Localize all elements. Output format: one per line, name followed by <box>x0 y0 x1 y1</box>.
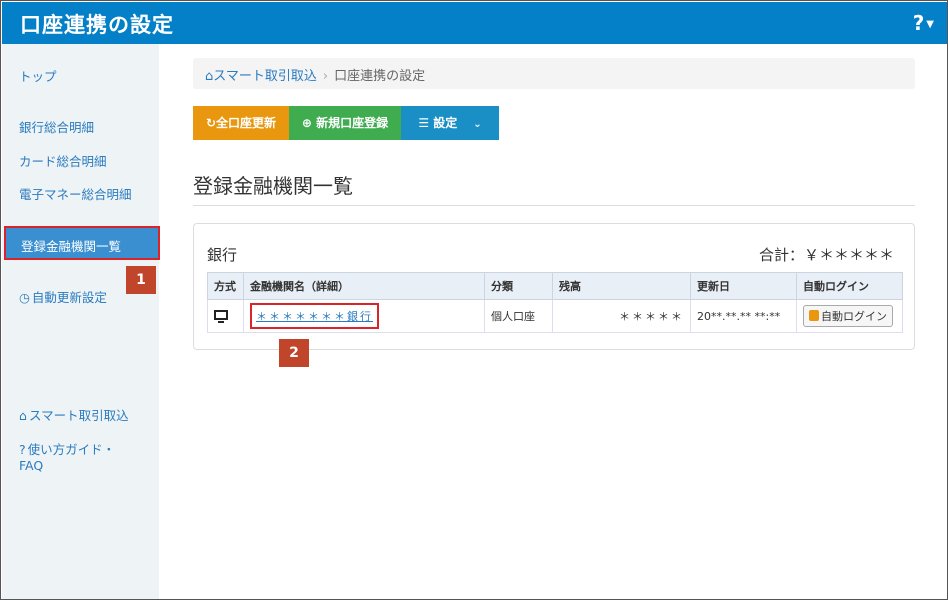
app-header: 口座連携の設定 ? ▼ <box>2 2 947 44</box>
col-auto-login: 自動ログイン <box>796 272 903 300</box>
settings-dropdown-button[interactable]: ☰ 設定 ⌄ <box>401 106 499 140</box>
sidebar-item-faq[interactable]: FAQ <box>19 458 43 473</box>
col-updated: 更新日 <box>690 272 797 300</box>
table-row: ＊＊＊＊＊＊＊銀行 個人口座 ＊＊＊＊＊ 20**.**.** **:** 自動… <box>207 299 903 333</box>
update-all-button[interactable]: ↻全口座更新 <box>193 106 289 140</box>
institution-cell: ＊＊＊＊＊＊＊銀行 <box>243 299 485 333</box>
callout-badge-1: 1 <box>126 266 156 294</box>
home-icon: ⌂ <box>19 408 27 423</box>
question-icon: ? <box>19 442 26 457</box>
sidebar-item-top[interactable]: トップ <box>19 66 57 85</box>
sidebar-item-emoney-statement[interactable]: 電子マネー総合明細 <box>19 184 132 203</box>
breadcrumb-current: 口座連携の設定 <box>334 69 426 84</box>
chevron-down-icon: ⌄ <box>473 119 482 130</box>
category-cell: 個人口座 <box>484 299 553 333</box>
institutions-table: 方式 金融機関名（詳細） 分類 残高 更新日 自動ログイン ＊＊＊＊＊＊＊銀行 … <box>207 272 903 333</box>
updated-cell: 20**.**.** **:** <box>690 299 797 333</box>
new-account-button[interactable]: ⊕ 新規口座登録 <box>289 106 401 140</box>
app-window: 口座連携の設定 ? ▼ トップ 銀行総合明細 カード総合明細 電子マネー総合明細 … <box>0 0 948 600</box>
sidebar: トップ 銀行総合明細 カード総合明細 電子マネー総合明細 登録金融機関一覧 ◷ 自… <box>2 44 160 599</box>
help-button[interactable]: ? ▼ <box>913 11 934 35</box>
sidebar-item-label: スマート取引取込 <box>28 408 129 423</box>
sidebar-item-card-statement[interactable]: カード総合明細 <box>19 151 107 170</box>
sidebar-item-label: 自動更新設定 <box>31 290 107 305</box>
chevron-down-icon: ▼ <box>926 19 934 30</box>
monitor-icon <box>214 309 228 323</box>
page-header-title: 口座連携の設定 <box>20 13 174 37</box>
bank-detail-link[interactable]: ＊＊＊＊＊＊＊銀行 <box>250 303 379 329</box>
col-balance: 残高 <box>552 272 691 300</box>
auto-login-button[interactable]: 自動ログイン <box>803 305 893 327</box>
balance-cell: ＊＊＊＊＊ <box>552 299 691 333</box>
method-cell <box>207 299 244 333</box>
sidebar-item-registered-institutions[interactable]: 登録金融機関一覧 <box>4 226 160 260</box>
breadcrumb: ⌂スマート取引取込 › 口座連携の設定 <box>193 58 915 89</box>
col-category: 分類 <box>484 272 553 300</box>
menu-icon: ☰ <box>418 116 434 130</box>
breadcrumb-home[interactable]: ⌂スマート取引取込 <box>205 69 317 84</box>
bank-panel: 銀行 合計：￥＊＊＊＊＊ 方式 金融機関名（詳細） 分類 残高 更新日 自動ログ… <box>193 223 915 350</box>
sidebar-item-smart-import[interactable]: ⌂ スマート取引取込 <box>19 405 129 424</box>
help-icon: ? <box>912 11 925 35</box>
col-institution: 金融機関名（詳細） <box>243 272 485 300</box>
sidebar-item-bank-statement[interactable]: 銀行総合明細 <box>19 117 94 136</box>
divider <box>193 205 915 206</box>
sidebar-item-label: 登録金融機関一覧 <box>21 239 122 254</box>
sidebar-item-guide[interactable]: ? 使い方ガイド・ <box>19 439 115 458</box>
plus-circle-icon: ⊕ <box>301 116 317 130</box>
page-title: 登録金融機関一覧 <box>193 174 353 198</box>
sidebar-item-label: 使い方ガイド・ <box>27 442 116 457</box>
refresh-icon: ↻ <box>205 116 217 130</box>
lock-icon <box>809 310 819 321</box>
panel-total: 合計：￥＊＊＊＊＊ <box>758 246 894 264</box>
auto-login-cell: 自動ログイン <box>796 299 903 333</box>
col-method: 方式 <box>207 272 244 300</box>
panel-title: 銀行 <box>207 246 238 264</box>
main-content: ⌂スマート取引取込 › 口座連携の設定 ↻全口座更新 ⊕ 新規口座登録 ☰ 設定 ⌄ … <box>159 44 947 599</box>
callout-badge-2: 2 <box>279 339 309 367</box>
table-header-row: 方式 金融機関名（詳細） 分類 残高 更新日 自動ログイン <box>207 272 903 300</box>
clock-icon: ◷ <box>19 290 30 305</box>
breadcrumb-separator: › <box>322 69 329 84</box>
sidebar-item-auto-update[interactable]: ◷ 自動更新設定 <box>19 287 107 306</box>
